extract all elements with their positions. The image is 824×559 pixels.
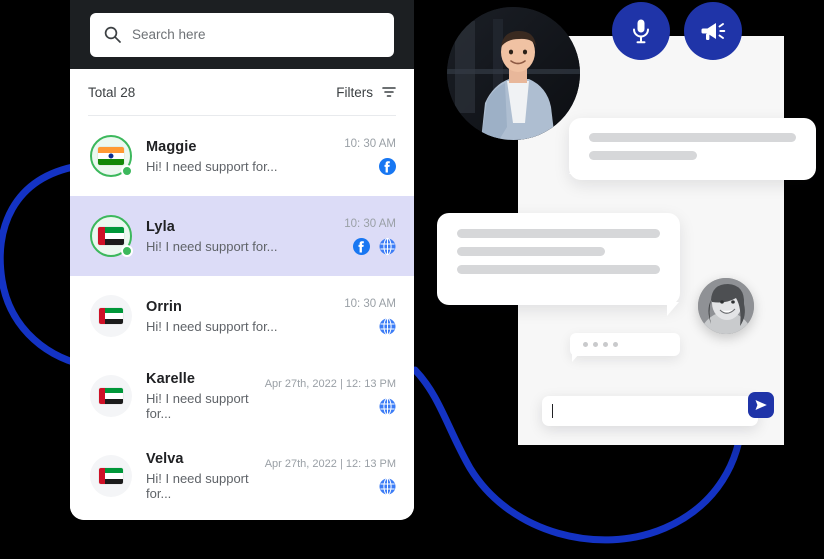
contact-name: Lyla [146,218,175,235]
microphone-button[interactable] [612,2,670,60]
timestamp: 10: 30 AM [344,217,396,230]
channel-icons [379,477,396,495]
india-flag-icon [98,147,124,165]
send-icon [755,400,767,410]
avatar [90,135,133,177]
screenshot-root: Total 28 Filters [0,0,824,559]
channel-icons [379,397,396,415]
microphone-icon [633,19,649,44]
typing-dot [593,342,598,347]
conversation-item-karelle[interactable]: Karelle Hi! I need support for... Apr 27… [70,356,414,436]
typing-dot [583,342,588,347]
timestamp: Apr 27th, 2022 | 12: 13 PM [264,377,396,390]
total-count: Total 28 [88,85,135,100]
channel-icons [379,157,396,175]
web-globe-icon[interactable] [379,237,396,255]
web-globe-icon[interactable] [379,477,396,495]
megaphone-icon [701,23,726,40]
typing-indicator [570,333,680,362]
conversation-meta: 10: 30 AM [344,138,396,175]
total-value: 28 [120,84,136,100]
message-preview: Hi! I need support for... [146,471,249,501]
filter-icon [382,85,396,99]
conversation-list-panel: Total 28 Filters [70,0,414,520]
message-preview: Hi! I need support for... [146,391,249,421]
text-caret [552,404,553,418]
agent-photo-avatar [447,7,580,140]
filters-button[interactable]: Filters [336,85,396,100]
total-label: Total [88,84,117,100]
message-preview: Hi! I need support for... [146,318,278,334]
facebook-icon[interactable] [379,157,396,175]
channel-icons [353,237,396,255]
placeholder-line [589,133,796,142]
search-header [70,0,414,69]
message-preview: Hi! I need support for... [146,238,278,254]
uae-flag-icon [99,388,123,404]
customer-photo-avatar [698,278,754,334]
send-button[interactable] [748,392,774,418]
conversation-text: Karelle Hi! I need support for... [146,371,251,421]
message-composer[interactable] [542,392,774,426]
conversation-meta: Apr 27th, 2022 | 12: 13 PM [265,378,396,415]
conversation-meta: Apr 27th, 2022 | 12: 13 PM [265,458,396,495]
facebook-icon[interactable] [353,237,370,255]
online-status-dot [121,245,133,257]
placeholder-line [589,151,697,160]
contact-name: Maggie [146,138,197,155]
timestamp: Apr 27th, 2022 | 12: 13 PM [264,457,396,470]
message-preview: Hi! I need support for... [146,158,278,174]
online-status-dot [121,165,133,177]
typing-dot [603,342,608,347]
search-input[interactable] [132,27,380,42]
avatar [90,295,132,337]
uae-flag-icon [99,308,123,324]
contact-name: Velva [146,451,184,467]
conversation-item-orrin[interactable]: Orrin Hi! I need support for... 10: 30 A… [70,276,414,356]
conversation-item-lyla[interactable]: Lyla Hi! I need support for... 10: 30 AM [70,196,414,276]
web-globe-icon[interactable] [379,397,396,415]
avatar [90,375,132,417]
list-toolbar: Total 28 Filters [70,69,414,115]
filters-label: Filters [336,84,373,100]
typing-dot [613,342,618,347]
conversation-item-maggie[interactable]: Maggie Hi! I need support for... 10: 30 … [70,116,414,196]
uae-flag-icon [99,468,123,484]
placeholder-line [457,265,660,274]
uae-flag-icon [98,227,124,245]
conversation-text: Lyla Hi! I need support for... [146,219,330,254]
placeholder-line [457,229,660,238]
conversation-text: Orrin Hi! I need support for... [146,299,330,334]
search-box[interactable] [90,12,394,57]
search-icon [104,26,121,43]
conversation-meta: 10: 30 AM [344,218,396,255]
chat-bubble-incoming [437,213,680,316]
conversation-meta: 10: 30 AM [344,298,396,335]
placeholder-line [457,247,606,256]
contact-name: Karelle [146,371,196,387]
channel-icons [379,317,396,335]
conversation-item-velva[interactable]: Velva Hi! I need support for... Apr 27th… [70,436,414,516]
avatar [90,215,133,257]
avatar [90,455,132,497]
conversation-text: Maggie Hi! I need support for... [146,139,330,174]
contact-name: Orrin [146,298,182,315]
chat-bubble-outgoing [569,118,816,180]
conversation-list-body: Total 28 Filters Maggie Hi! I need suppo… [70,69,414,520]
web-globe-icon[interactable] [379,317,396,335]
timestamp: 10: 30 AM [344,137,396,150]
conversation-text: Velva Hi! I need support for... [146,451,251,501]
announcement-button[interactable] [684,2,742,60]
timestamp: 10: 30 AM [344,297,396,310]
